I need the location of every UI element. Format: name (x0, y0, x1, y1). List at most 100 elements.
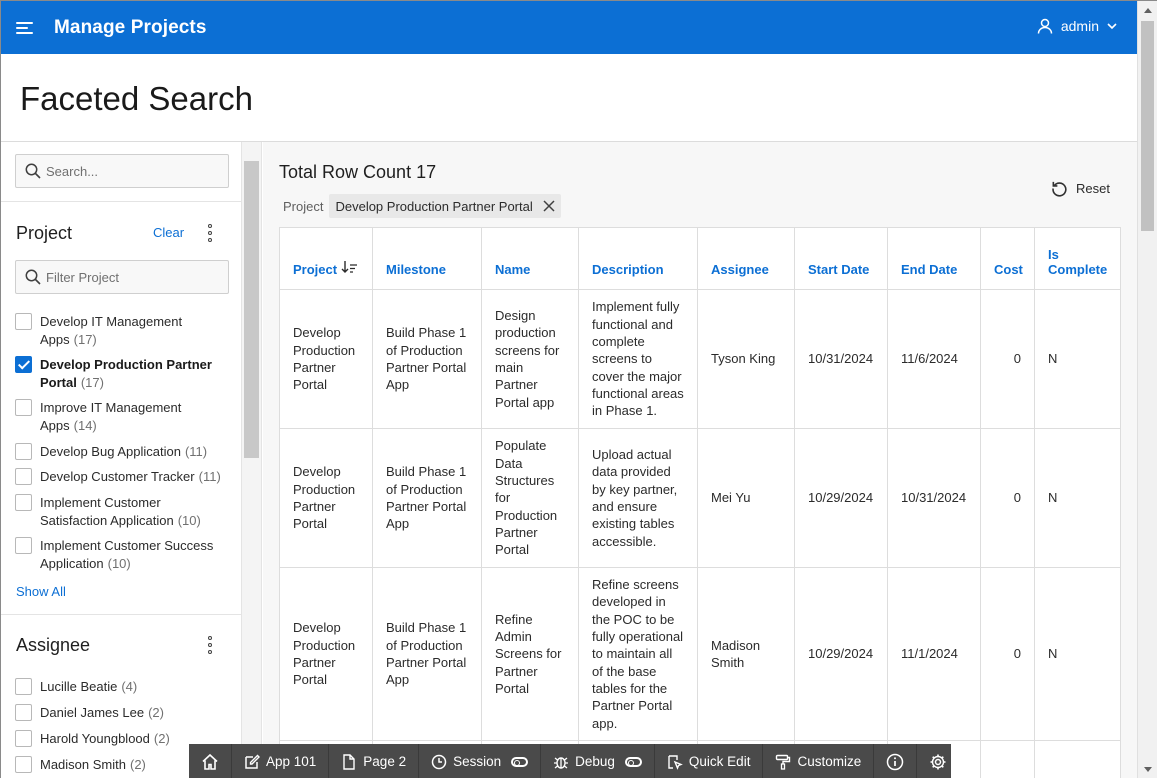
page-scrollbar[interactable] (1137, 1, 1157, 778)
col-header-start-date[interactable]: Start Date (794, 227, 888, 290)
paint-roller-icon (776, 754, 791, 770)
toggle-icon[interactable] (511, 756, 529, 767)
checkbox[interactable] (15, 399, 32, 416)
search-input[interactable]: Search... (15, 154, 229, 188)
option-label: Develop IT Management Apps (40, 314, 183, 347)
filter-chip-value: Develop Production Partner Portal (335, 198, 533, 214)
facet-title-project: Project (16, 223, 73, 243)
checkbox-checked[interactable] (15, 356, 32, 373)
cell-is-complete: N (1034, 428, 1121, 568)
facet-option[interactable]: Develop Customer Tracker (11) (15, 468, 225, 486)
col-header-milestone[interactable]: Milestone (372, 227, 482, 290)
facet-panel-scrollbar[interactable] (242, 142, 262, 778)
close-icon[interactable] (543, 200, 555, 212)
cell-project: Develop Production Partner Portal (279, 428, 373, 568)
user-menu[interactable]: admin (1037, 18, 1117, 34)
session-button[interactable]: Session (419, 744, 542, 778)
checkbox[interactable] (15, 704, 32, 721)
col-header-description[interactable]: Description (578, 227, 698, 290)
col-header-is-complete[interactable]: Is Complete (1034, 227, 1121, 290)
col-header-assignee[interactable]: Assignee (697, 227, 795, 290)
option-count: (17) (80, 375, 104, 390)
facet-option[interactable]: Implement Customer Success Application (1… (15, 537, 225, 573)
option-label: Implement Customer Satisfaction Applicat… (40, 495, 174, 528)
cell-name: Refine Admin Screens for Partner Portal (481, 567, 579, 741)
scroll-down-icon[interactable] (1144, 767, 1152, 772)
quick-edit-button[interactable]: Quick Edit (655, 744, 764, 778)
facet-option[interactable]: Develop IT Management Apps (17) (15, 313, 225, 349)
customize-label: Customize (797, 754, 862, 769)
page-scrollbar-thumb[interactable] (1141, 21, 1154, 231)
project-actions-icon[interactable] (207, 224, 213, 242)
quick-edit-icon (668, 754, 683, 770)
checkbox[interactable] (15, 313, 32, 330)
page-label: Page 2 (363, 754, 407, 769)
checkbox[interactable] (15, 537, 32, 554)
checkbox[interactable] (15, 494, 32, 511)
facet-option[interactable]: Daniel James Lee (2) (15, 704, 225, 722)
debug-button[interactable]: Debug (541, 744, 655, 778)
cell-end-date: 11/1/2024 (887, 567, 981, 741)
app-header: Manage Projects admin (1, 1, 1137, 54)
cell-assignee: Madison Smith (697, 567, 795, 741)
settings-button[interactable] (917, 744, 959, 778)
filter-chip[interactable]: Develop Production Partner Portal (329, 194, 561, 218)
cell-project: Develop Production Partner Portal (279, 567, 373, 741)
facet-panel-scrollbar-thumb[interactable] (244, 161, 259, 458)
cell-start-date: 10/29/2024 (794, 428, 888, 568)
edit-icon (245, 754, 260, 769)
results-table: Project Milestone Name Description Assig… (279, 227, 1121, 778)
col-header-project[interactable]: Project (279, 227, 373, 290)
reset-button[interactable]: Reset (1051, 180, 1110, 197)
cell-end-date: 11/6/2024 (887, 289, 981, 429)
session-label: Session (453, 754, 502, 769)
active-filter: Project Develop Production Partner Porta… (283, 194, 561, 218)
app-title[interactable]: Manage Projects (54, 17, 207, 39)
info-button[interactable] (874, 744, 918, 778)
scroll-up-icon[interactable] (1144, 8, 1152, 13)
facet-option[interactable]: Develop Bug Application (11) (15, 443, 225, 461)
assignee-actions-icon[interactable] (207, 636, 213, 654)
checkbox[interactable] (15, 730, 32, 747)
checkbox[interactable] (15, 443, 32, 460)
search-icon (25, 269, 41, 285)
user-name: admin (1060, 18, 1099, 34)
option-label: Develop Production Partner Portal (40, 357, 212, 390)
table-row: Develop Production Partner Portal Build … (279, 289, 1121, 429)
reset-label: Reset (1076, 181, 1110, 196)
col-header-cost[interactable]: Cost (980, 227, 1035, 290)
facet-option[interactable]: Develop Production Partner Portal (17) (15, 356, 225, 392)
checkbox[interactable] (15, 678, 32, 695)
cell-start-date: 10/31/2024 (794, 289, 888, 429)
cell-name: Design production screens for main Partn… (481, 289, 579, 429)
app-button[interactable]: App 101 (232, 744, 330, 778)
checkbox[interactable] (15, 468, 32, 485)
col-header-name[interactable]: Name (481, 227, 579, 290)
gear-icon (930, 754, 946, 769)
cell-cost: 0 (980, 567, 1035, 741)
cell-is-complete: N (1034, 289, 1121, 429)
page-button[interactable]: Page 2 (329, 744, 420, 778)
filter-project-input[interactable]: Filter Project (15, 260, 229, 294)
cell-description: Upload actual data provided by key partn… (578, 428, 698, 568)
toggle-icon[interactable] (624, 756, 642, 767)
option-count: (11) (198, 469, 221, 484)
show-all-link[interactable]: Show All (16, 584, 66, 599)
clear-project-link[interactable]: Clear (153, 225, 184, 240)
cell-assignee: Tyson King (697, 289, 795, 429)
page-title: Faceted Search (20, 80, 253, 117)
page-edit-icon (343, 753, 355, 770)
facet-option[interactable]: Lucille Beatie (4) (15, 678, 225, 696)
menu-icon[interactable] (16, 17, 38, 39)
home-button[interactable] (189, 744, 232, 778)
cell-milestone: Build Phase 1 of Production Partner Port… (372, 428, 482, 568)
option-count: (2) (153, 731, 170, 746)
col-header-end-date[interactable]: End Date (887, 227, 981, 290)
customize-button[interactable]: Customize (763, 744, 875, 778)
checkbox[interactable] (15, 756, 32, 773)
cell-description: Implement fully functional and complete … (578, 289, 698, 429)
cell-description: Refine screens developed in the POC to b… (578, 567, 698, 741)
facet-option[interactable]: Implement Customer Satisfaction Applicat… (15, 494, 225, 530)
facet-option[interactable]: Improve IT Management Apps (14) (15, 399, 225, 435)
option-count: (14) (73, 418, 97, 433)
